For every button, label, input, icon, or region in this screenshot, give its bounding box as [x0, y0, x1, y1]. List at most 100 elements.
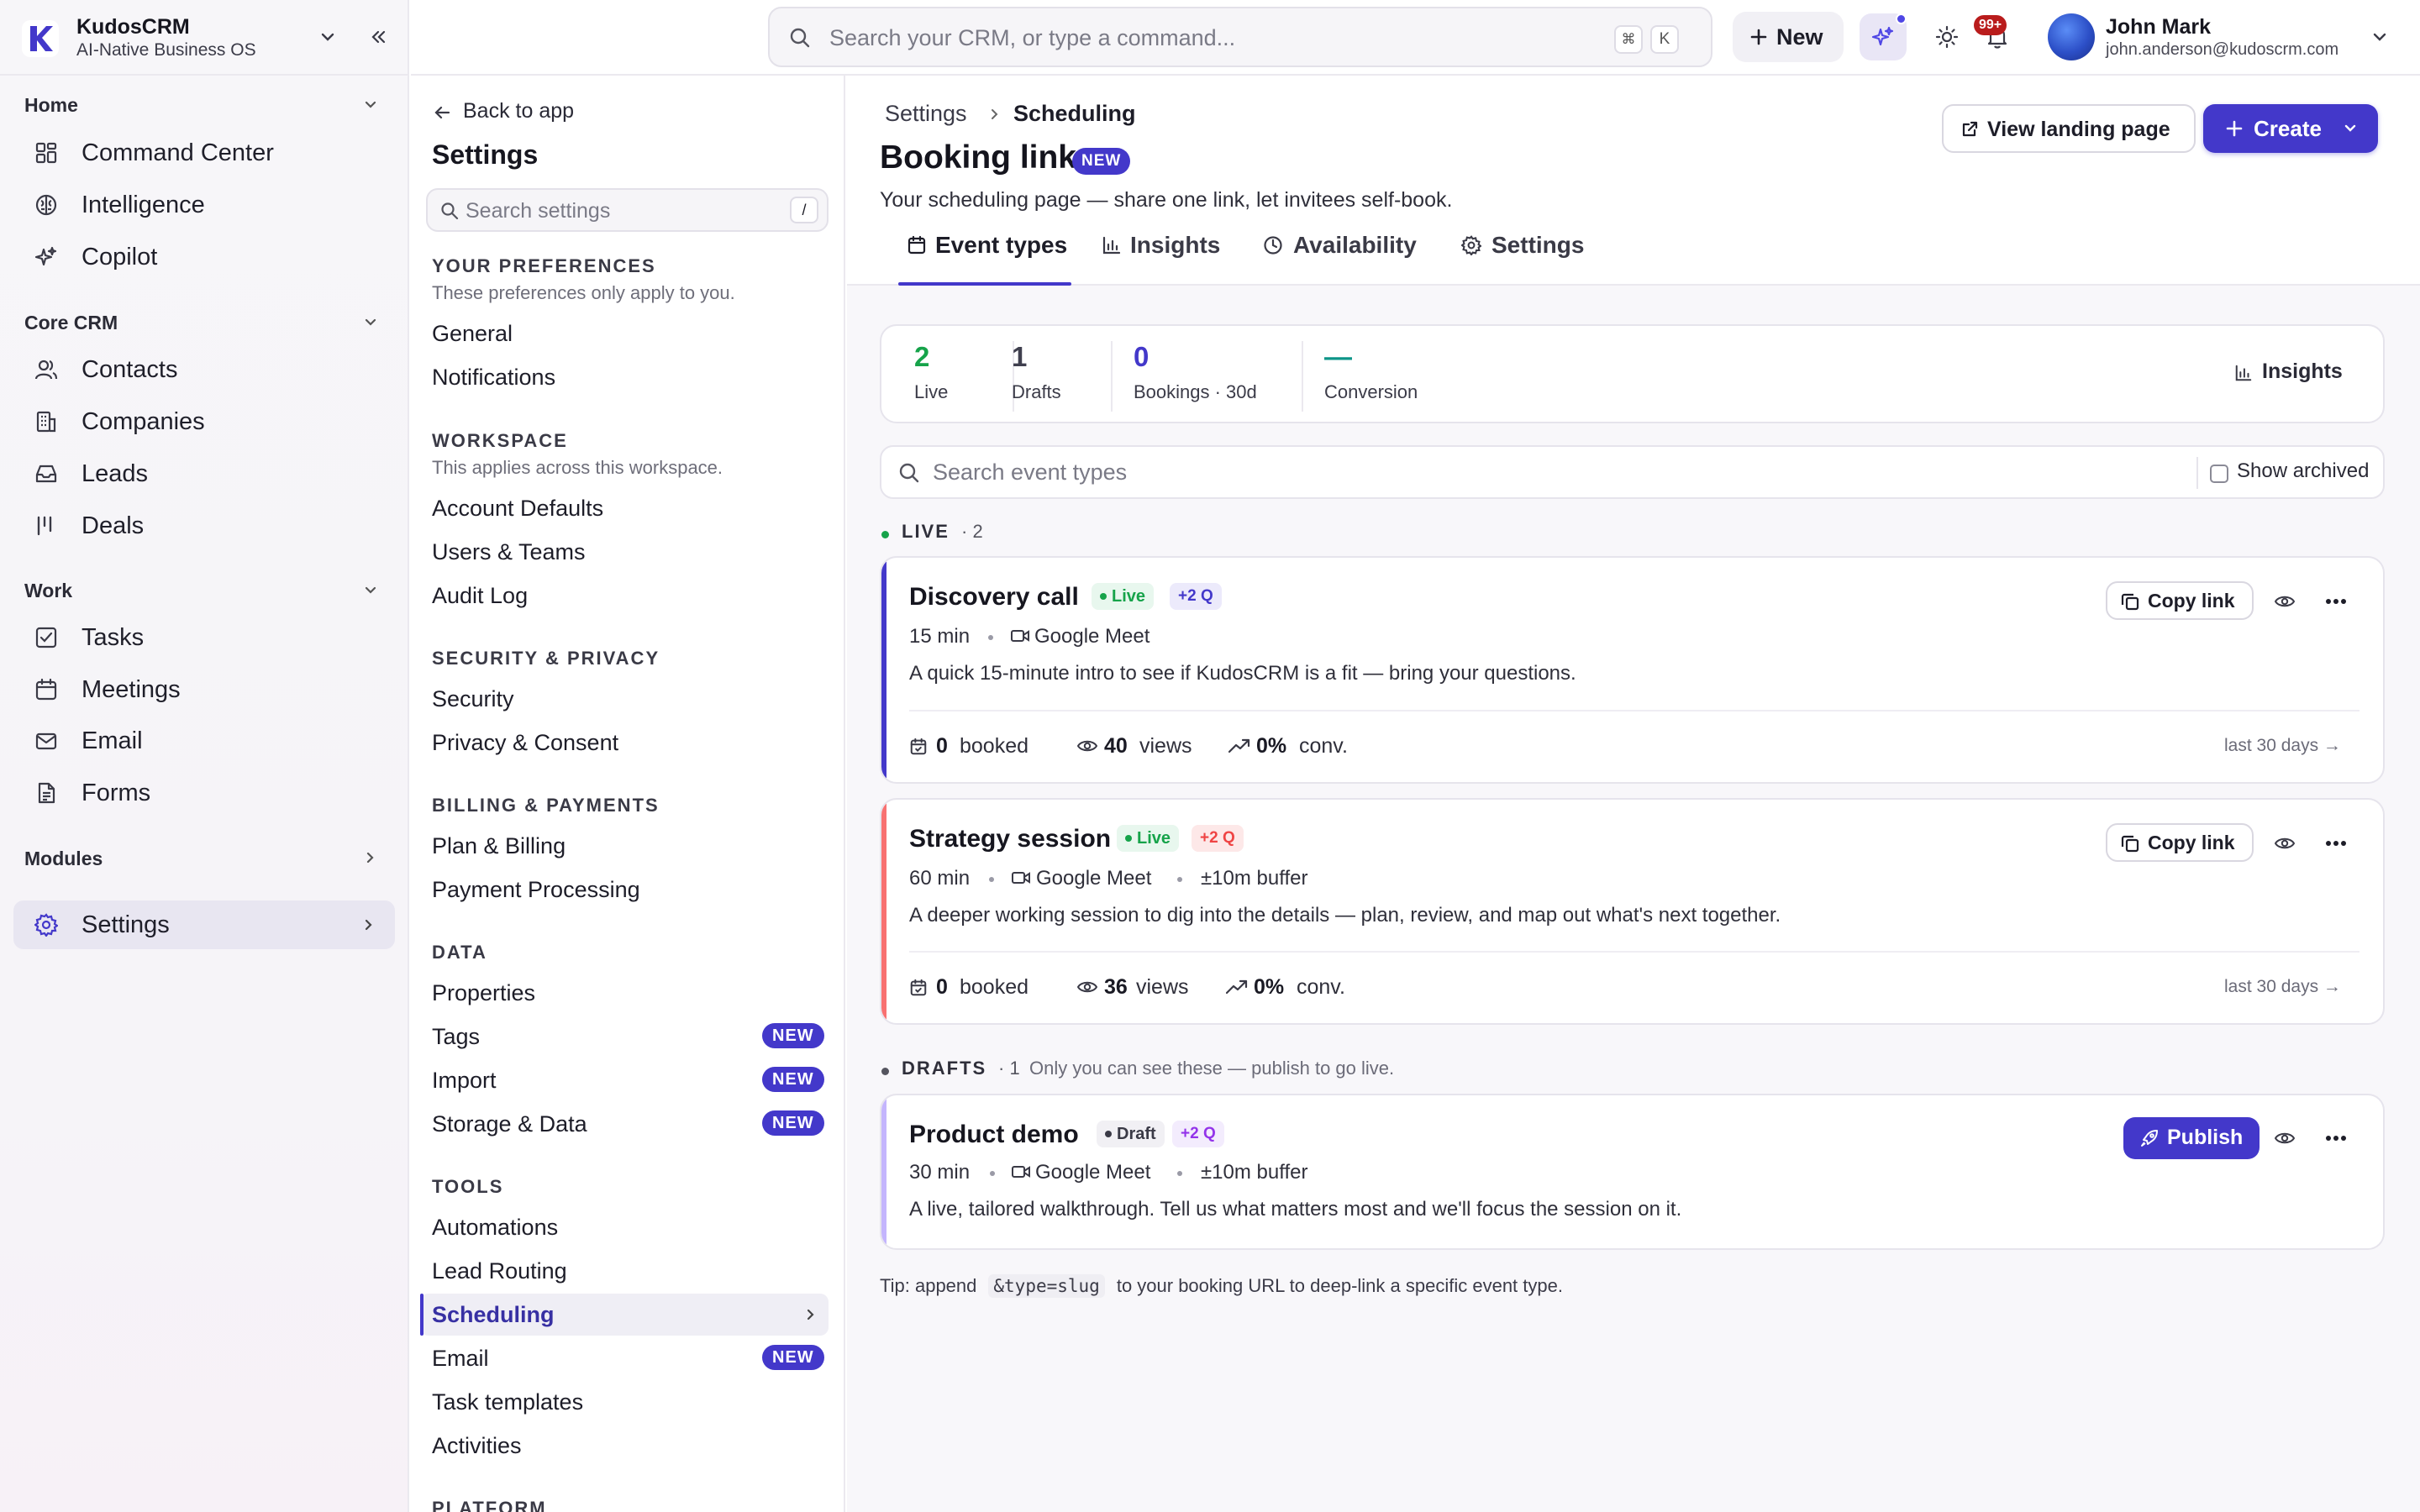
conversion-label: conv.: [1297, 975, 1345, 999]
video-icon: [1012, 870, 1030, 885]
draft-status-dot: [881, 1068, 889, 1075]
sidebar-item-contacts[interactable]: Contacts: [13, 345, 395, 394]
sidebar-item-settings[interactable]: Settings: [13, 900, 395, 949]
show-archived-checkbox[interactable]: [2210, 465, 2228, 483]
global-search[interactable]: Search your CRM, or type a command... ⌘ …: [768, 7, 1712, 67]
settings-item-users-teams[interactable]: Users & Teams: [432, 539, 586, 565]
settings-item-general[interactable]: General: [432, 321, 513, 347]
questions-badge: +2 Q: [1192, 825, 1244, 852]
sidebar-item-email[interactable]: Email: [13, 717, 395, 765]
stat-live-value: 2: [914, 341, 930, 372]
section-home[interactable]: Home: [24, 94, 78, 117]
section-core-crm[interactable]: Core CRM: [24, 312, 118, 334]
create-button[interactable]: Create: [2203, 104, 2378, 153]
sidebar-item-intelligence[interactable]: Intelligence: [13, 181, 395, 229]
collapse-sidebar-icon[interactable]: [368, 27, 388, 47]
settings-item-properties[interactable]: Properties: [432, 980, 535, 1006]
period-link[interactable]: last 30 days →: [2224, 736, 2341, 756]
settings-group-title: BILLING & PAYMENTS: [432, 795, 660, 816]
checkbox-icon: [34, 626, 58, 649]
chevron-down-icon[interactable]: [363, 97, 378, 113]
settings-item-automations[interactable]: Automations: [432, 1215, 558, 1241]
section-work[interactable]: Work: [24, 580, 72, 602]
settings-item-account-defaults[interactable]: Account Defaults: [432, 496, 603, 522]
more-options-icon[interactable]: [2325, 1135, 2347, 1142]
search-input[interactable]: Search your CRM, or type a command...: [829, 25, 1235, 51]
chevron-down-icon: [2343, 121, 2358, 136]
settings-item-task-templates[interactable]: Task templates: [432, 1389, 583, 1415]
settings-item-scheduling[interactable]: Scheduling: [420, 1294, 829, 1336]
breadcrumb-root[interactable]: Settings: [885, 101, 967, 127]
ai-assistant-button[interactable]: [1860, 13, 1907, 60]
views-count: 40: [1104, 734, 1128, 758]
section-modules[interactable]: Modules: [24, 848, 103, 870]
tab-settings[interactable]: Settings: [1461, 232, 1604, 274]
chevron-down-icon[interactable]: [363, 583, 378, 598]
event-description: A quick 15-minute intro to see if KudosC…: [909, 662, 1576, 685]
settings-item-email[interactable]: Email: [432, 1346, 489, 1372]
event-duration: 15 min: [909, 625, 971, 648]
event-card-discovery-call[interactable]: Discovery call Live +2 Q 15 min Google M…: [880, 556, 2385, 784]
booked-count: 0: [936, 734, 948, 758]
tab-availability[interactable]: Availability: [1263, 232, 1431, 274]
eye-icon[interactable]: [2275, 1131, 2295, 1146]
settings-item-lead-routing[interactable]: Lead Routing: [432, 1258, 567, 1284]
sidebar-item-copilot[interactable]: Copilot: [13, 233, 395, 281]
event-description: A deeper working session to dig into the…: [909, 904, 1781, 927]
settings-item-audit-log[interactable]: Audit Log: [432, 583, 528, 609]
sidebar-item-meetings[interactable]: Meetings: [13, 665, 395, 714]
settings-item-payment-processing[interactable]: Payment Processing: [432, 877, 640, 903]
settings-item-security[interactable]: Security: [432, 686, 514, 712]
sidebar-item-deals[interactable]: Deals: [13, 501, 395, 550]
settings-item-privacy-consent[interactable]: Privacy & Consent: [432, 730, 618, 756]
chevron-right-icon[interactable]: [363, 850, 378, 865]
event-card-product-demo[interactable]: Product demo Draft +2 Q 30 min Google Me…: [880, 1094, 2385, 1250]
event-types-search[interactable]: Search event types Show archived: [880, 445, 2385, 499]
back-to-app-label: Back to app: [463, 99, 575, 123]
copy-link-label: Copy link: [2148, 832, 2235, 853]
settings-item-import[interactable]: Import: [432, 1068, 497, 1094]
event-card-strategy-session[interactable]: Strategy session Live +2 Q 60 min Google…: [880, 798, 2385, 1025]
tab-insights[interactable]: Insights: [1102, 232, 1236, 274]
settings-item-notifications[interactable]: Notifications: [432, 365, 555, 391]
grid-icon: [34, 141, 58, 165]
copy-link-button[interactable]: Copy link: [2106, 823, 2254, 862]
settings-item-activities[interactable]: Activities: [432, 1433, 522, 1459]
event-duration: 60 min: [909, 867, 971, 890]
sidebar-item-tasks[interactable]: Tasks: [13, 613, 395, 662]
chevron-down-icon[interactable]: [2371, 29, 2388, 45]
settings-item-plan-billing[interactable]: Plan & Billing: [432, 833, 566, 859]
calendar-icon: [34, 678, 58, 701]
settings-item-storage-data[interactable]: Storage & Data: [432, 1111, 587, 1137]
settings-item-tags[interactable]: Tags: [432, 1024, 480, 1050]
new-button[interactable]: New: [1733, 12, 1844, 62]
inbox-icon: [34, 462, 58, 486]
event-title: Product demo: [909, 1121, 1079, 1148]
eye-icon[interactable]: [2275, 836, 2295, 851]
workspace-switcher[interactable]: KudosCRM AI-Native Business OS: [0, 0, 409, 76]
sidebar-item-forms[interactable]: Forms: [13, 769, 395, 817]
chevron-down-icon[interactable]: [319, 29, 336, 45]
chevron-down-icon[interactable]: [363, 315, 378, 330]
sidebar-item-leads[interactable]: Leads: [13, 449, 395, 498]
user-menu[interactable]: John Mark john.anderson@kudoscrm.com: [2048, 12, 2409, 64]
period-link[interactable]: last 30 days →: [2224, 977, 2341, 997]
settings-search[interactable]: Search settings /: [426, 188, 829, 232]
search-icon: [898, 462, 920, 484]
copy-link-button[interactable]: Copy link: [2106, 581, 2254, 620]
new-badge: NEW: [1072, 148, 1131, 175]
sidebar-item-command-center[interactable]: Command Center: [13, 129, 395, 177]
bar-chart-icon: [1102, 235, 1122, 255]
tab-event-types[interactable]: Event types: [898, 232, 1071, 360]
sidebar-item-companies[interactable]: Companies: [13, 397, 395, 446]
plus-icon: [2225, 119, 2244, 138]
publish-button[interactable]: Publish: [2123, 1117, 2260, 1159]
eye-icon[interactable]: [2275, 594, 2295, 609]
event-search-input[interactable]: Search event types: [933, 459, 1127, 486]
sun-icon[interactable]: [1934, 24, 1960, 50]
status-dot: [1100, 593, 1107, 600]
more-options-icon[interactable]: [2325, 598, 2347, 605]
view-landing-page-button[interactable]: View landing page: [1942, 104, 2196, 153]
settings-search-input[interactable]: Search settings: [466, 199, 610, 223]
more-options-icon[interactable]: [2325, 840, 2347, 847]
